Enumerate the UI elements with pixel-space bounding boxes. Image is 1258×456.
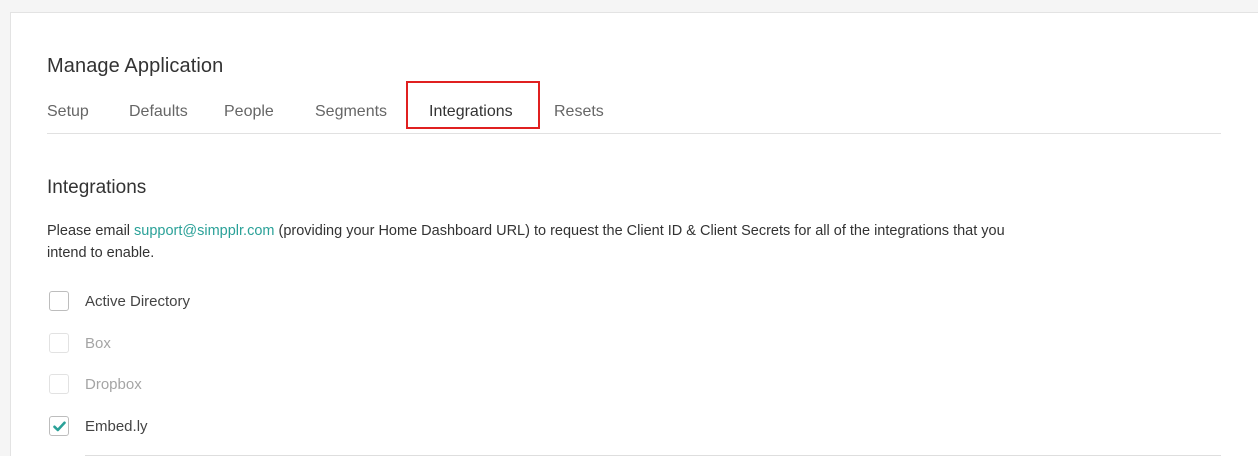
support-email-link[interactable]: support@simpplr.com — [134, 223, 274, 239]
tab-resets[interactable]: Resets — [554, 91, 604, 133]
manage-application-panel: Manage Application Setup Defaults People… — [10, 12, 1258, 456]
integrations-description: Please email support@simpplr.com (provid… — [47, 220, 1007, 264]
tab-defaults[interactable]: Defaults — [129, 91, 188, 133]
tab-integrations[interactable]: Integrations — [429, 91, 513, 133]
integration-label: Box — [85, 334, 111, 352]
integration-embedly: Embed.ly — [49, 414, 148, 438]
description-text-before: Please email — [47, 223, 135, 239]
integration-label: Embed.ly — [85, 417, 148, 435]
integration-box: Box — [49, 331, 111, 355]
integration-active-directory: Active Directory — [49, 289, 190, 313]
embedly-checkbox[interactable] — [49, 416, 69, 436]
tab-bar: Setup Defaults People Segments Integrati… — [47, 81, 1221, 134]
tab-segments[interactable]: Segments — [315, 91, 387, 133]
integration-label: Active Directory — [85, 292, 191, 310]
tab-people[interactable]: People — [224, 91, 274, 133]
box-checkbox — [49, 333, 69, 353]
check-icon — [52, 421, 66, 431]
active-directory-checkbox[interactable] — [49, 291, 69, 311]
section-title: Integrations — [47, 177, 147, 198]
dropbox-checkbox — [49, 374, 69, 394]
integration-dropbox: Dropbox — [49, 372, 142, 396]
integration-label: Dropbox — [85, 375, 142, 393]
tab-setup[interactable]: Setup — [47, 91, 89, 133]
page-title: Manage Application — [47, 55, 224, 77]
